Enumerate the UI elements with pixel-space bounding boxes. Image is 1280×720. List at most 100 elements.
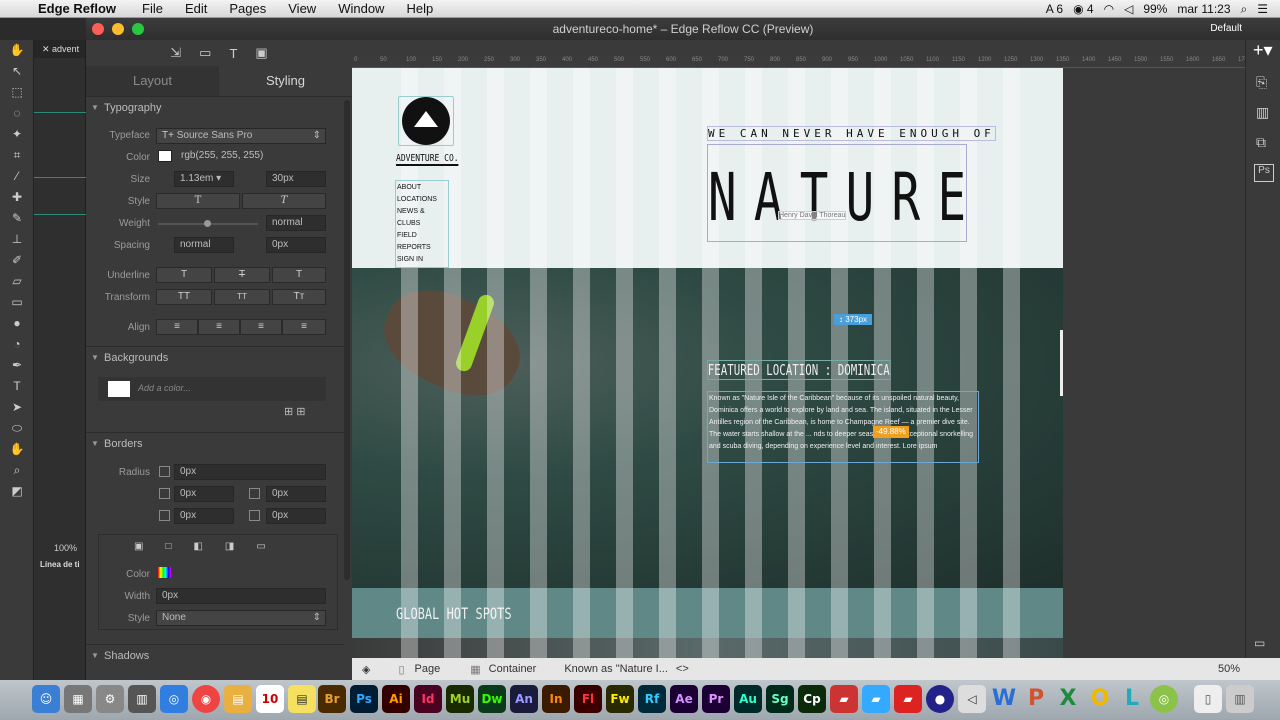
lasso-tool-icon[interactable]: ◌ xyxy=(0,103,34,124)
battery-level[interactable]: 99% xyxy=(1143,2,1167,16)
nav-field-reports[interactable]: FIELD REPORTS xyxy=(397,230,448,254)
app-nav-icon[interactable]: ◁ xyxy=(958,685,986,713)
search-icon[interactable]: ⌕ xyxy=(1241,2,1248,17)
radius-br-field[interactable]: 0px xyxy=(266,508,326,524)
letter-spacing-field[interactable]: normal xyxy=(174,237,234,253)
powerpoint-icon[interactable]: P xyxy=(1022,685,1050,713)
tagline[interactable]: WE CAN NEVER HAVE ENOUGH OF xyxy=(707,126,996,141)
menu-window[interactable]: Window xyxy=(338,1,384,16)
brand-name[interactable]: ADVENTURE CO. xyxy=(396,153,459,166)
brush-tool-icon[interactable]: ✎ xyxy=(0,208,34,229)
hero-heading-box[interactable]: NATURE Henry David Thoreau xyxy=(707,144,967,242)
box-tool-icon[interactable]: ▭ xyxy=(199,45,211,61)
breadcrumb-container[interactable]: Container xyxy=(489,663,537,675)
select-tool-icon[interactable]: ⇲ xyxy=(170,45,181,61)
menu-file[interactable]: File xyxy=(142,1,163,16)
hero-word[interactable]: NATURE xyxy=(708,159,983,236)
menu-help[interactable]: Help xyxy=(406,1,433,16)
style-italic-button[interactable]: T xyxy=(242,193,326,209)
background-color-row[interactable]: Add a color... xyxy=(98,377,326,401)
lowercase-button[interactable]: TT xyxy=(214,289,270,305)
comments-icon[interactable]: ▭ xyxy=(1254,636,1265,650)
hand-tool-2-icon[interactable]: ✋ xyxy=(0,439,34,460)
hand-tool-icon[interactable]: ✋ xyxy=(0,40,34,61)
zoom-tool-icon[interactable]: ⌕ xyxy=(0,460,34,481)
underline-none-button[interactable]: T xyxy=(156,267,212,283)
panel-scrollbar[interactable] xyxy=(344,100,350,580)
radius-bl-checkbox[interactable] xyxy=(159,510,170,521)
app-icon-4[interactable]: ▥ xyxy=(128,685,156,713)
border-style-select[interactable]: None ⇕ xyxy=(156,610,326,626)
word-icon[interactable]: W xyxy=(990,685,1018,713)
sync-status-icon[interactable]: ◉ 4 xyxy=(1073,2,1094,16)
font-size-field[interactable]: 1.13em ▾ xyxy=(174,171,234,187)
weight-field[interactable]: normal xyxy=(266,215,326,231)
borders-section-header[interactable]: Borders xyxy=(86,432,344,455)
dodge-tool-icon[interactable]: ◔ xyxy=(0,334,34,355)
nav-locations[interactable]: LOCATIONS xyxy=(397,194,448,206)
notes-icon[interactable]: ▤ xyxy=(224,685,252,713)
move-tool-icon[interactable]: ↖ xyxy=(0,61,34,82)
adobe-status-icon[interactable]: A 6 xyxy=(1046,2,1063,16)
lync-icon[interactable]: L xyxy=(1118,685,1146,713)
app-blue-icon[interactable]: ▰ xyxy=(862,685,890,713)
app-dw-icon[interactable]: Dw xyxy=(478,685,506,713)
library-icon[interactable]: ▥ xyxy=(1256,104,1269,121)
documents-icon[interactable]: ▯ xyxy=(1194,685,1222,713)
text-color-value[interactable]: rgb(255, 255, 255) xyxy=(176,149,326,165)
close-window-button[interactable] xyxy=(92,23,104,35)
path-select-icon[interactable]: ➤ xyxy=(0,397,34,418)
text-color-swatch[interactable] xyxy=(158,150,172,162)
volume-icon[interactable]: ◁ xyxy=(1124,2,1133,16)
radius-tr-field[interactable]: 0px xyxy=(266,486,326,502)
strikethrough-button[interactable]: T xyxy=(214,267,270,283)
app-ps-icon[interactable]: Ps xyxy=(350,685,378,713)
backgrounds-section-header[interactable]: Backgrounds xyxy=(86,346,344,369)
app-pr-icon[interactable]: Pr xyxy=(702,685,730,713)
calendar-icon[interactable]: 10 xyxy=(256,685,284,713)
featured-body[interactable]: Known as "Nature Isle of the Caribbean" … xyxy=(707,391,979,463)
minimize-window-button[interactable] xyxy=(112,23,124,35)
line-height-field[interactable]: 30px xyxy=(266,171,326,187)
wifi-icon[interactable]: ◠ xyxy=(1104,2,1114,16)
menu-view[interactable]: View xyxy=(288,1,316,16)
radius-tl-checkbox[interactable] xyxy=(159,488,170,499)
logo-selection[interactable] xyxy=(398,96,454,146)
nav-sign-in[interactable]: SIGN IN xyxy=(397,254,448,266)
tab-styling[interactable]: Styling xyxy=(219,66,352,96)
history-brush-icon[interactable]: ✐ xyxy=(0,250,34,271)
app-fw-icon[interactable]: Fw xyxy=(606,685,634,713)
radius-tr-checkbox[interactable] xyxy=(249,488,260,499)
radius-tl-field[interactable]: 0px xyxy=(174,486,234,502)
attribution[interactable]: Henry David Thoreau xyxy=(778,211,847,220)
align-right-button[interactable]: ≡ xyxy=(240,319,282,335)
app-rf-icon[interactable]: Rf xyxy=(638,685,666,713)
type-tool-icon[interactable]: T xyxy=(0,376,34,397)
list-icon[interactable]: ☰ xyxy=(1257,2,1268,16)
typeface-select[interactable]: T+ Source Sans Pro ⇕ xyxy=(156,128,326,144)
menu-pages[interactable]: Pages xyxy=(229,1,266,16)
nav-about[interactable]: ABOUT xyxy=(397,182,448,194)
zoom-select[interactable]: 50% xyxy=(1218,663,1240,675)
copy-icon[interactable]: ⧉ xyxy=(1256,134,1266,151)
background-color-swatch[interactable] xyxy=(108,381,130,397)
chrome-icon[interactable]: ◉ xyxy=(192,685,220,713)
image-tool-icon[interactable]: ▣ xyxy=(255,45,267,61)
featured-title[interactable]: FEATURED LOCATION : DOMINICA xyxy=(707,360,891,380)
resize-handle[interactable] xyxy=(1060,330,1063,396)
finder-icon[interactable]: ☺ xyxy=(32,685,60,713)
app-an-icon[interactable]: An xyxy=(510,685,538,713)
add-background-icon[interactable]: ⊞ ⊞ xyxy=(284,405,306,418)
app-sg-icon[interactable]: Sg xyxy=(766,685,794,713)
app-ae-icon[interactable]: Ae xyxy=(670,685,698,713)
align-left-button[interactable]: ≡ xyxy=(156,319,198,335)
app-br-icon[interactable]: Br xyxy=(318,685,346,713)
app-mu-icon[interactable]: Mu xyxy=(446,685,474,713)
typography-section-header[interactable]: Typography xyxy=(86,96,352,119)
app-ai-icon[interactable]: Ai xyxy=(382,685,410,713)
safari-icon[interactable]: ◎ xyxy=(160,685,188,713)
breadcrumb-element[interactable]: Known as "Nature I... xyxy=(564,663,668,675)
radius-all-field[interactable]: 0px xyxy=(174,464,326,480)
trash-icon[interactable]: ▥ xyxy=(1226,685,1254,713)
text-tool-icon[interactable]: T xyxy=(229,46,237,61)
